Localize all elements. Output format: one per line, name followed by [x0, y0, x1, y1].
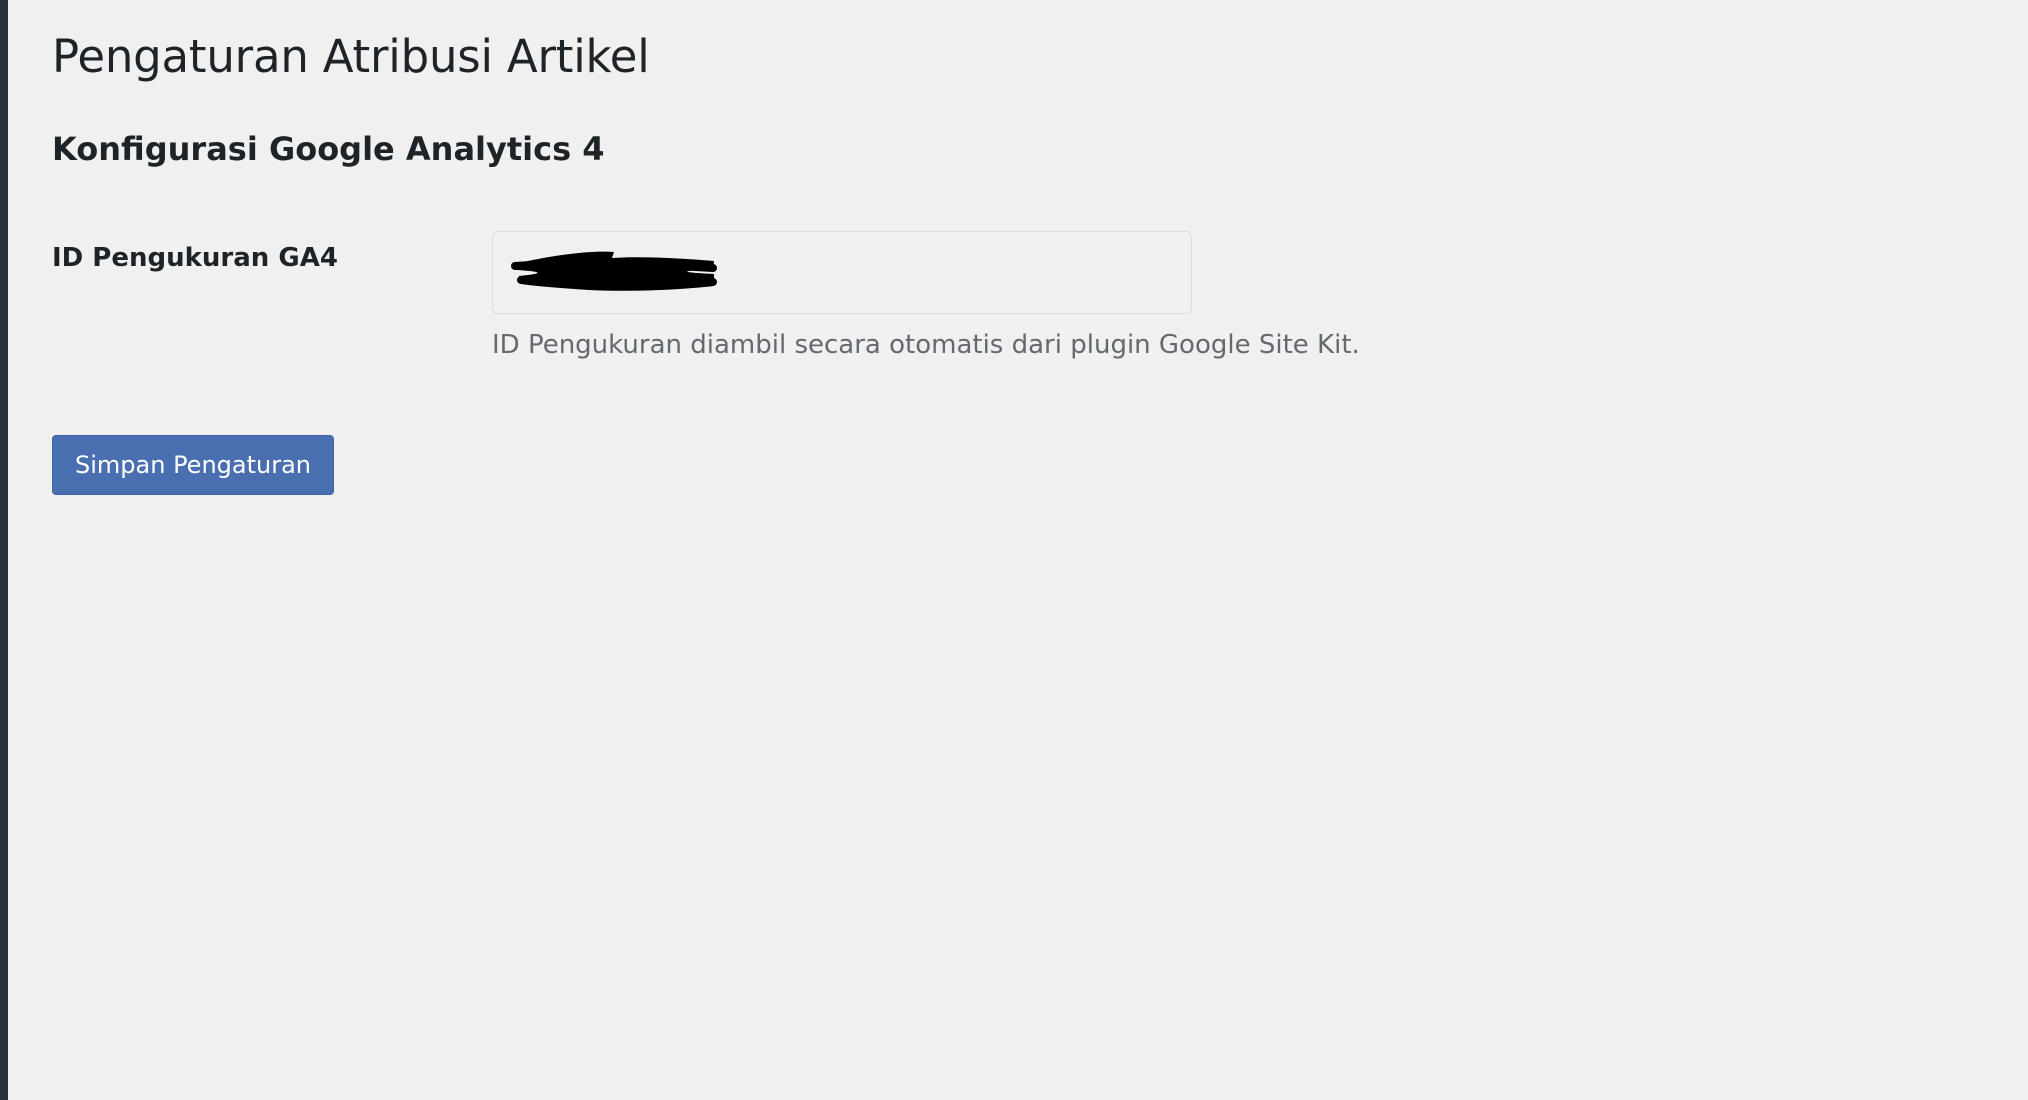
section-title: Konfigurasi Google Analytics 4: [52, 130, 605, 168]
page-title: Pengaturan Atribusi Artikel: [52, 30, 650, 83]
admin-sidebar-edge: [0, 0, 8, 1100]
save-settings-button[interactable]: Simpan Pengaturan: [52, 435, 335, 495]
ga4-id-field[interactable]: [492, 231, 1192, 314]
ga4-id-input[interactable]: [493, 232, 1191, 313]
ga4-id-description: ID Pengukuran diambil secara otomatis da…: [492, 330, 1360, 360]
ga4-id-label: ID Pengukuran GA4: [52, 243, 338, 273]
